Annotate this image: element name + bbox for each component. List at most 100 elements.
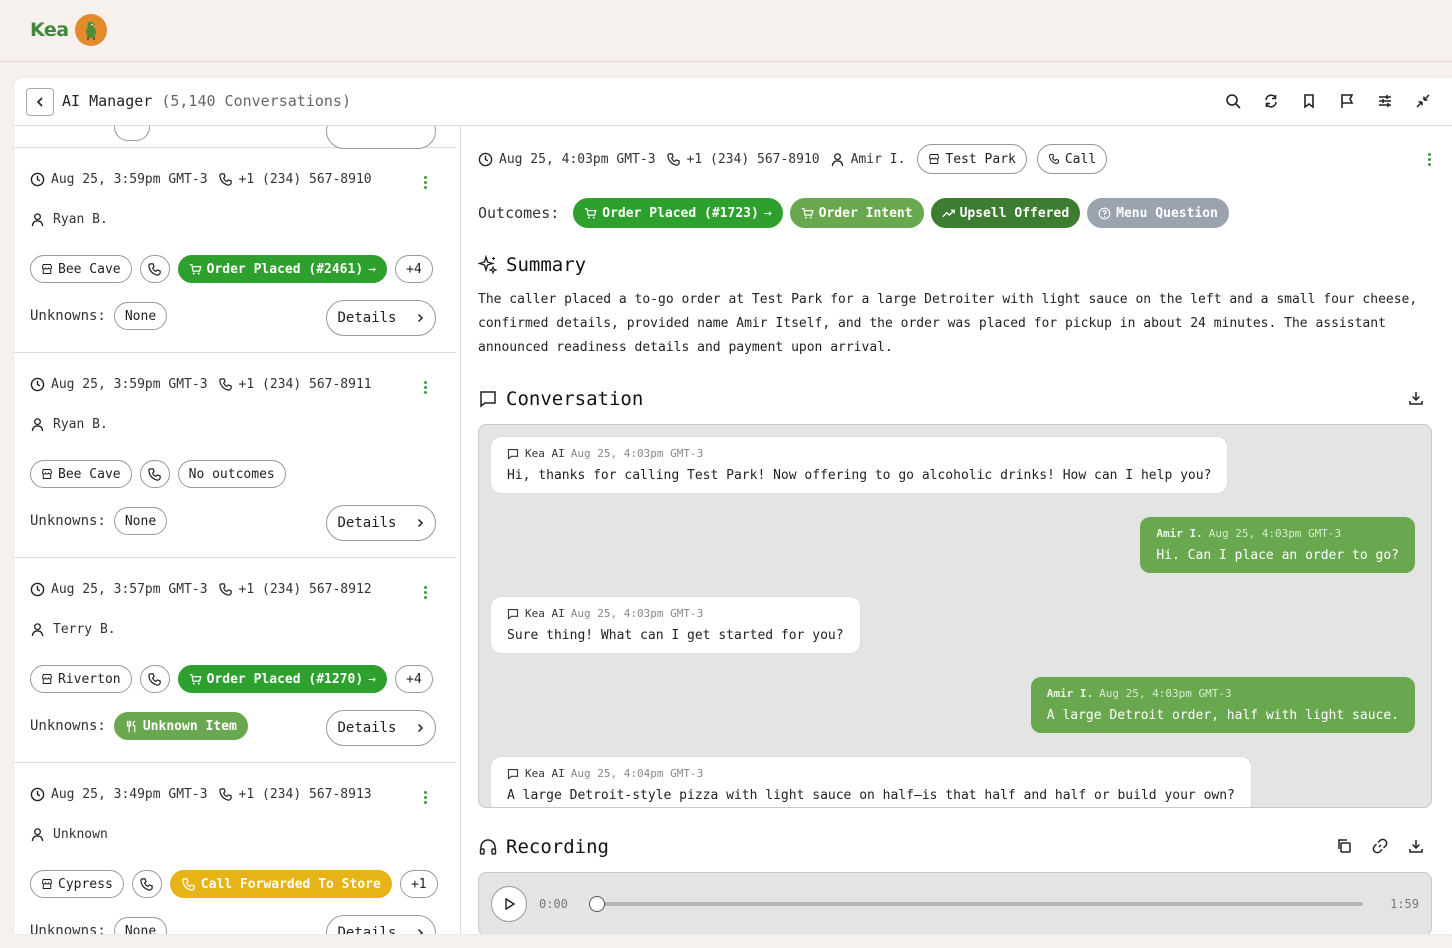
- card-kebab-icon[interactable]: [422, 791, 428, 804]
- conversation-card[interactable]: Aug 25, 3:59pm GMT-3 +1 (234) 567-8911 Rya…: [14, 353, 456, 558]
- unknown-pill[interactable]: None: [113, 507, 168, 535]
- more-outcomes-pill[interactable]: +4: [395, 665, 433, 693]
- cart-icon: [189, 263, 202, 275]
- refresh-icon[interactable]: [1260, 90, 1282, 112]
- play-icon: [505, 897, 516, 911]
- call-pill[interactable]: [139, 665, 170, 693]
- details-button[interactable]: Details: [326, 505, 436, 541]
- outcome-pill[interactable]: Order Placed (#2461) →: [177, 255, 387, 283]
- card-time: Aug 25, 3:59pm GMT-3: [51, 377, 208, 392]
- details-button-partial[interactable]: [326, 126, 436, 149]
- back-button[interactable]: [26, 88, 54, 116]
- chat-icon: [507, 448, 519, 460]
- card-kebab-icon[interactable]: [422, 176, 428, 189]
- unknown-pill[interactable]: None: [113, 917, 168, 935]
- outcome-label: Menu Question: [1116, 205, 1218, 221]
- search-icon[interactable]: [1222, 90, 1244, 112]
- store-icon: [42, 674, 52, 684]
- location-label: Bee Cave: [58, 466, 121, 482]
- location-pill[interactable]: Riverton: [30, 665, 132, 693]
- outcome-pill[interactable]: Call Forwarded To Store: [169, 870, 392, 898]
- more-outcomes-count: +4: [406, 261, 422, 277]
- conversation-title: Conversation: [506, 388, 644, 410]
- bookmark-icon[interactable]: [1298, 90, 1320, 112]
- conversation-list[interactable]: Aug 25, 3:59pm GMT-3 +1 (234) 567-8910 Rya…: [14, 126, 461, 934]
- more-outcomes-pill[interactable]: +1: [399, 870, 438, 898]
- chat-icon: [507, 768, 519, 780]
- chat-message-user: Amir I. Aug 25, 4:03pm GMT-3 A large Detro…: [1030, 677, 1415, 733]
- location-pill[interactable]: Cypress: [30, 870, 124, 898]
- conversation-card-partial[interactable]: [14, 126, 456, 149]
- download-icon[interactable]: [1408, 390, 1424, 406]
- conversation-card[interactable]: Aug 25, 3:57pm GMT-3 +1 (234) 567-8912 Ter…: [14, 558, 456, 763]
- collapse-icon[interactable]: [1412, 90, 1434, 112]
- message-time: Aug 25, 4:03pm GMT-3: [570, 447, 704, 460]
- outcome-pill[interactable]: Upsell Offered: [930, 198, 1081, 228]
- card-kebab-icon[interactable]: [422, 586, 428, 599]
- call-pill[interactable]: [131, 870, 162, 898]
- card-phone: +1 (234) 567-8911: [238, 377, 372, 392]
- chat-message-ai: Kea AI Aug 25, 4:03pm GMT-3 Hi, thanks for…: [491, 437, 1228, 493]
- play-button[interactable]: [491, 886, 527, 922]
- location-label: Cypress: [58, 876, 113, 892]
- store-icon: [42, 264, 52, 274]
- unknowns-label: Unknowns:: [30, 513, 106, 529]
- details-button[interactable]: Details: [326, 300, 436, 336]
- store-icon: [929, 154, 940, 164]
- unknown-label: None: [124, 923, 157, 935]
- call-pill[interactable]: [139, 460, 170, 488]
- outcome-pill[interactable]: Order Placed (#1723) →: [573, 198, 783, 228]
- outcomes-row: Outcomes: Order Placed (#1723) → Order In…: [478, 198, 1229, 228]
- progress-knob[interactable]: [589, 896, 605, 912]
- more-outcomes-pill[interactable]: +4: [395, 255, 433, 283]
- chat-transcript[interactable]: Kea AI Aug 25, 4:03pm GMT-3 Hi, thanks for…: [478, 424, 1432, 808]
- summary-heading: Summary: [478, 254, 586, 276]
- call-pill[interactable]: [139, 255, 170, 283]
- details-label: Details: [337, 310, 397, 326]
- flag-icon[interactable]: [1336, 90, 1358, 112]
- trend-icon: [941, 209, 955, 217]
- outcome-label: Order Placed (#2461): [206, 261, 364, 277]
- link-icon[interactable]: [1372, 838, 1388, 854]
- outcome-pill[interactable]: No outcomes: [177, 460, 286, 488]
- details-button[interactable]: Details: [326, 915, 436, 934]
- message-text: Hi. Can I place an order to go?: [1156, 548, 1399, 563]
- store-icon: [42, 879, 52, 889]
- unknown-pill[interactable]: None: [113, 302, 168, 330]
- conversation-card[interactable]: Aug 25, 3:49pm GMT-3 +1 (234) 567-8913 Unk…: [14, 763, 456, 934]
- sliders-icon[interactable]: [1374, 90, 1396, 112]
- details-label: Details: [337, 515, 397, 531]
- unknowns-label: Unknowns:: [30, 308, 106, 324]
- unknown-pill[interactable]: Unknown Item: [113, 712, 248, 740]
- outcome-pill[interactable]: Order Intent: [789, 198, 924, 228]
- message-meta: Kea AI Aug 25, 4:03pm GMT-3: [507, 607, 844, 620]
- progress-track[interactable]: [589, 896, 1363, 912]
- top-bar: Kea: [0, 0, 1452, 62]
- detail-channel-pill[interactable]: Call: [1036, 144, 1108, 174]
- card-phone: +1 (234) 567-8913: [238, 787, 372, 802]
- card-meta-row: Aug 25, 3:57pm GMT-3 +1 (234) 567-8912: [30, 582, 372, 597]
- location-pill[interactable]: Bee Cave: [30, 255, 132, 283]
- detail-kebab-icon[interactable]: [1426, 153, 1432, 166]
- message-meta: Kea AI Aug 25, 4:03pm GMT-3: [507, 447, 1211, 460]
- outcome-pill[interactable]: Order Placed (#1270) →: [177, 665, 387, 693]
- outcome-pill[interactable]: Menu Question: [1087, 198, 1229, 228]
- details-button[interactable]: Details: [326, 710, 436, 746]
- clock-icon: [30, 787, 45, 802]
- outcome-label: Call Forwarded To Store: [200, 876, 381, 892]
- card-phone: +1 (234) 567-8912: [238, 582, 372, 597]
- conversation-card[interactable]: Aug 25, 3:59pm GMT-3 +1 (234) 567-8910 Rya…: [14, 148, 456, 353]
- page-title-text: AI Manager: [62, 92, 153, 110]
- chevron-right-icon: [417, 928, 423, 934]
- brand-logo[interactable]: Kea: [30, 14, 107, 46]
- copy-icon[interactable]: [1336, 838, 1352, 854]
- location-pill[interactable]: Bee Cave: [30, 460, 132, 488]
- download-recording-icon[interactable]: [1408, 838, 1424, 854]
- phone-icon: [148, 672, 161, 686]
- card-pill-row: Cypress Call Forwarded To Store +1: [30, 870, 438, 898]
- card-kebab-icon[interactable]: [422, 381, 428, 394]
- card-meta-row: Aug 25, 3:59pm GMT-3 +1 (234) 567-8911: [30, 377, 372, 392]
- detail-location-pill[interactable]: Test Park: [917, 144, 1027, 174]
- message-text: Hi, thanks for calling Test Park! Now of…: [507, 468, 1212, 483]
- store-icon: [42, 469, 52, 479]
